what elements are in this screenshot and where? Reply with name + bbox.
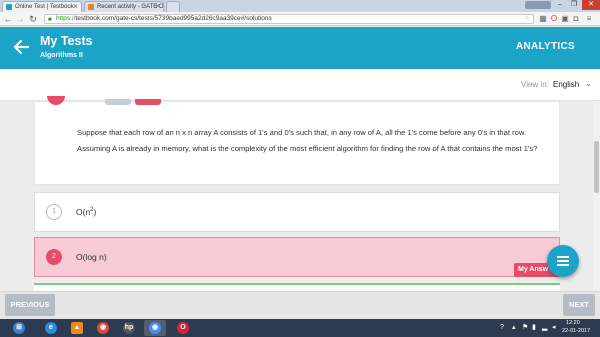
menu-icon (557, 256, 569, 258)
chevron-down-icon[interactable]: ⌄ (585, 79, 592, 88)
extension-icon[interactable]: ◘ (571, 13, 581, 24)
option-number: 2 (46, 249, 62, 265)
extension-icon[interactable]: ▣ (560, 13, 570, 24)
signal-icon[interactable]: ▂ (542, 323, 547, 333)
new-tab-button[interactable] (166, 1, 180, 12)
forward-nav-icon[interactable]: → (15, 13, 25, 25)
network-icon[interactable]: ▮ (532, 323, 536, 333)
clock-time[interactable]: 12:20 (566, 320, 580, 326)
app-header: My Tests Algorithms II ANALYTICS (0, 27, 600, 69)
testbook-favicon-icon (6, 4, 12, 10)
vlc-icon[interactable]: ▲ (66, 320, 88, 336)
windows-taskbar: ⊞ e ▲ ◉ hp ◉ O ? ▴ ⚑ ▮ ▂ ◂ 12:20 22-01-2… (0, 319, 600, 337)
internet-explorer-icon[interactable]: e (40, 320, 62, 336)
chrome-icon[interactable]: ◉ (92, 320, 114, 336)
option-number: 1 (46, 204, 62, 220)
option-text: O(log n) (76, 252, 107, 262)
page-title: My Tests (40, 34, 93, 48)
tab-title: Online Test | Testbook (15, 4, 74, 10)
option-1[interactable]: 1 O(n2) (34, 192, 560, 232)
browser-toolbar: ← → ↻ ■ https://testbook.com/gate-cs/tes… (0, 12, 600, 26)
opera-icon[interactable]: O (172, 320, 194, 336)
url-scheme: https:// (56, 15, 76, 22)
chrome-active-icon[interactable]: ◉ (144, 320, 166, 336)
analytics-button[interactable]: ANALYTICS (516, 41, 575, 52)
back-arrow-icon[interactable] (12, 38, 30, 56)
browser-tab-bar: Online Test | Testbook ✕ Recent activity… (0, 0, 600, 12)
question-tag (105, 99, 131, 105)
option-3[interactable] (34, 283, 560, 291)
page-scrollbar[interactable] (593, 101, 600, 291)
scroll-thumb[interactable] (594, 141, 599, 193)
language-bar: View in: English ⌄ (0, 69, 600, 101)
volume-icon[interactable]: ◂ (552, 323, 556, 333)
question-list-fab[interactable] (547, 245, 579, 277)
tab-title: Recent activity - GATE O (97, 4, 164, 10)
maximize-icon[interactable]: ❐ (567, 0, 581, 10)
window-close-icon[interactable]: ✕ (582, 0, 600, 10)
extension-icon[interactable]: ▦ (538, 13, 548, 24)
question-number-badge (47, 96, 65, 105)
question-status-tag (135, 99, 161, 105)
previous-button[interactable]: PREVIOUS (5, 294, 55, 316)
reload-icon[interactable]: ↻ (28, 13, 38, 25)
solution-content: View in: English ⌄ Suppose that each row… (0, 69, 600, 291)
opera-extension-icon[interactable]: O (549, 13, 559, 24)
tab-recent-activity[interactable]: Recent activity - GATE O ✕ (84, 1, 164, 12)
flag-icon[interactable]: ⚑ (522, 323, 528, 333)
bookmark-star-icon[interactable]: ☆ (524, 15, 530, 23)
profile-badge[interactable] (525, 1, 551, 9)
lock-icon: ■ (48, 17, 52, 23)
next-button[interactable]: NEXT (563, 294, 595, 316)
menu-icon[interactable]: ≡ (584, 13, 594, 24)
clock-date[interactable]: 22-01-2017 (562, 328, 590, 334)
address-bar[interactable]: ■ https://testbook.com/gate-cs/tests/573… (44, 14, 534, 24)
close-tab-icon[interactable]: ✕ (155, 2, 160, 12)
help-icon[interactable]: ? (500, 323, 504, 333)
question-text: Suppose that each row of an n x n array … (77, 128, 538, 153)
url-path: testbook.com/gate-cs/tests/5739baed995a2… (75, 15, 272, 22)
hp-icon[interactable]: hp (118, 320, 140, 336)
question-card: Suppose that each row of an n x n array … (34, 96, 560, 185)
option-text: O(n2) (76, 207, 97, 217)
minimize-icon[interactable]: – (553, 0, 567, 10)
view-in-label: View in: (521, 80, 549, 89)
gateoverflow-favicon-icon (88, 4, 94, 10)
solution-footer: PREVIOUS NEXT (0, 291, 600, 319)
page-subtitle: Algorithms II (40, 52, 83, 59)
start-orb-icon[interactable]: ⊞ (8, 320, 30, 336)
option-2[interactable]: 2 O(log n) (34, 237, 560, 277)
close-tab-icon[interactable]: ✕ (73, 2, 78, 12)
language-select[interactable]: English (553, 80, 579, 89)
back-nav-icon[interactable]: ← (3, 13, 13, 25)
tray-arrow-icon[interactable]: ▴ (512, 323, 516, 333)
tab-online-test[interactable]: Online Test | Testbook ✕ (2, 1, 82, 12)
